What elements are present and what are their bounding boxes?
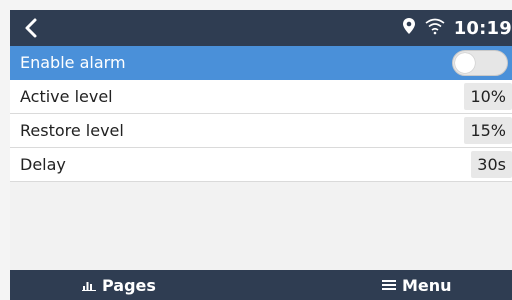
setting-label: Restore level xyxy=(20,121,124,140)
setting-label: Active level xyxy=(20,87,113,106)
restore-level-value: 15% xyxy=(464,117,512,144)
setting-label: Enable alarm xyxy=(20,53,126,72)
setting-row-active-level[interactable]: Active level 10% xyxy=(10,80,512,114)
setting-row-delay[interactable]: Delay 30s xyxy=(10,148,512,182)
hamburger-menu-icon xyxy=(382,276,396,295)
menu-label: Menu xyxy=(402,275,452,295)
chevron-left-icon[interactable] xyxy=(20,16,44,40)
setting-row-enable-alarm[interactable]: Enable alarm xyxy=(10,46,512,80)
pages-label: Pages xyxy=(102,275,156,295)
setting-label: Delay xyxy=(20,155,66,174)
status-indicators: 10:19 xyxy=(402,10,512,46)
menu-button[interactable]: Menu xyxy=(382,270,452,300)
device-screen: 10:19 Enable alarm Active level 10% Rest… xyxy=(10,10,512,300)
clock-time: 10:19 xyxy=(453,17,512,39)
active-level-value: 10% xyxy=(464,83,512,110)
setting-row-restore-level[interactable]: Restore level 15% xyxy=(10,114,512,148)
bar-chart-icon xyxy=(82,276,96,295)
delay-value: 30s xyxy=(471,151,512,178)
enable-alarm-toggle[interactable] xyxy=(452,49,508,76)
pages-button[interactable]: Pages xyxy=(82,270,156,300)
settings-list: Enable alarm Active level 10% Restore le… xyxy=(10,46,512,182)
toggle-knob xyxy=(455,52,475,73)
bottom-nav-bar: Pages Menu xyxy=(10,270,512,300)
top-status-bar: 10:19 xyxy=(10,10,512,46)
location-pin-icon xyxy=(402,17,416,39)
wifi-icon xyxy=(424,17,446,39)
